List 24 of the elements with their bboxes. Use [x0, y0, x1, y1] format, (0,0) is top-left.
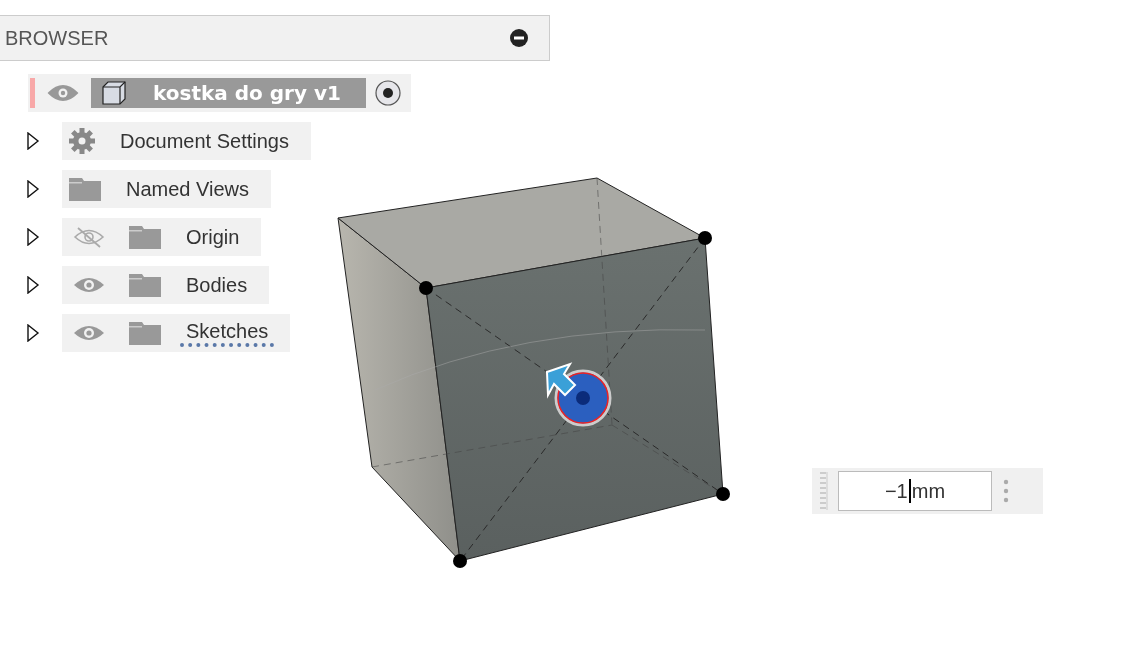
- expand-arrow-icon[interactable]: [26, 324, 40, 342]
- cursor-arrow-icon: [545, 362, 577, 399]
- eye-icon[interactable]: [47, 83, 79, 103]
- tree-item[interactable]: Document Settings: [62, 122, 311, 160]
- collapse-icon[interactable]: [509, 28, 529, 48]
- tree-item[interactable]: Origin: [62, 218, 262, 256]
- activate-radio[interactable]: [374, 79, 402, 107]
- expand-arrow-icon[interactable]: [26, 180, 40, 198]
- folder-icon: [128, 224, 162, 250]
- tree-item[interactable]: Named Views: [62, 170, 272, 208]
- expand-arrow-icon[interactable]: [26, 132, 40, 150]
- panel-title: BROWSER: [5, 26, 109, 50]
- drag-grip-icon[interactable]: [820, 472, 828, 510]
- tree-item[interactable]: Sketches: [62, 314, 291, 352]
- expand-arrow-icon[interactable]: [26, 276, 40, 294]
- folder-icon: [128, 272, 162, 298]
- tree-item[interactable]: Bodies: [62, 266, 270, 304]
- folder-icon: [128, 320, 162, 346]
- cube-icon: [101, 80, 127, 106]
- dimension-input-field[interactable]: −1 mm: [838, 471, 992, 511]
- expand-arrow-icon[interactable]: [26, 228, 40, 246]
- active-marker: [30, 78, 35, 108]
- gear-icon: [68, 127, 96, 155]
- folder-icon: [68, 176, 102, 202]
